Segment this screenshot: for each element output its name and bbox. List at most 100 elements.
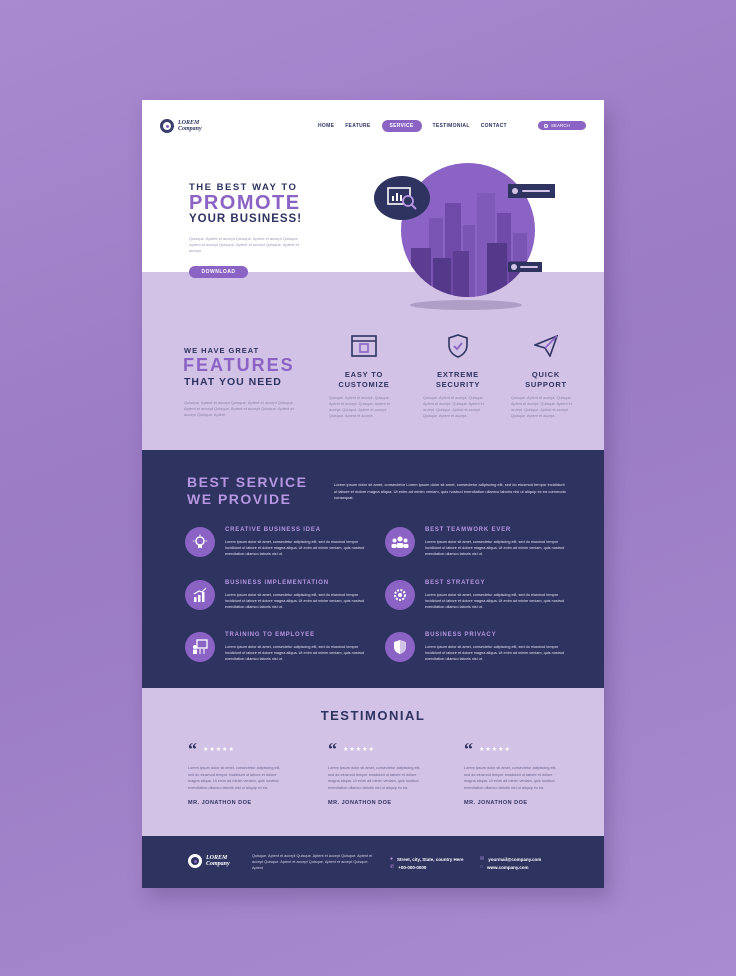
service-body: Lorem ipsum dolor sit amet, consectetur … <box>425 593 565 609</box>
feature-security: EXTREME SECURITY Quisque. Aptent et accep… <box>423 332 493 419</box>
quote-icon: “ <box>328 739 337 759</box>
testimonial-section: TESTIMONIAL “ ★★★★★ Lorem ipsum dolor si… <box>142 688 604 836</box>
service-item: BEST TEAMWORK EVER Lorem ipsum dolor sit… <box>385 527 571 557</box>
hero-body-text: Quisque. Aptent et accept Quisque. Apten… <box>189 236 299 253</box>
brand-logo[interactable]: LOREM Company <box>160 119 202 133</box>
services-title-line2: WE PROVIDE <box>187 491 292 507</box>
search-icon <box>544 123 548 128</box>
service-item: TRAINING TO EMPLOYEE Lorem ipsum dolor s… <box>185 632 371 662</box>
search-label: SEARCH <box>551 123 570 128</box>
shield-check-icon <box>444 332 472 360</box>
globe-icon: ○ <box>480 864 484 870</box>
nav-feature[interactable]: FEATURE <box>345 123 370 129</box>
testimonial-author: MR. JONATHON DOE <box>328 800 392 806</box>
service-title: BEST STRATEGY <box>425 580 486 586</box>
service-title: TRAINING TO EMPLOYEE <box>225 632 315 638</box>
service-title: BEST TEAMWORK EVER <box>425 527 512 533</box>
nav-home[interactable]: HOME <box>318 123 334 129</box>
download-button[interactable]: DOWNLOAD <box>189 266 248 278</box>
service-item: BUSINESS PRIVACY Lorem ipsum dolor sit a… <box>385 632 571 662</box>
footer-website[interactable]: ○ www.company.com <box>480 864 529 870</box>
hero-line3: YOUR BUSINESS! <box>189 213 303 225</box>
analytics-magnifier-badge <box>374 176 430 220</box>
paper-plane-icon <box>532 332 560 360</box>
check-tag-top <box>508 184 555 198</box>
hero-headline: PROMOTE <box>189 192 301 214</box>
check-icon <box>512 188 518 194</box>
service-title: BUSINESS IMPLEMENTATION <box>225 580 329 586</box>
service-body: Lorem ipsum dolor sit amet, consectetur … <box>225 645 365 661</box>
feature-support: QUICK SUPPORT Quisque. Aptent et accept. … <box>511 332 581 419</box>
feature-title-line2: SUPPORT <box>525 379 567 389</box>
testimonial-body: Lorem ipsum dolor sit amet, consectetur … <box>464 766 557 790</box>
feature-title-line2: SECURITY <box>435 379 481 389</box>
testimonial-card: “ ★★★★★ Lorem ipsum dolor sit amet, cons… <box>328 739 423 806</box>
service-item: CREATIVE BUSINESS IDEA Lorem ipsum dolor… <box>185 527 371 557</box>
website-mockup: LOREM Company HOME FEATURE SERVICE TESTI… <box>142 100 604 888</box>
testimonial-card: “ ★★★★★ Lorem ipsum dolor sit amet, cons… <box>188 739 283 806</box>
nav-service[interactable]: SERVICE <box>381 120 422 132</box>
services-intro: Lorem ipsum dolor sit amet, consectetur … <box>334 482 566 500</box>
check-icon <box>511 264 517 270</box>
logo-icon <box>160 119 174 133</box>
location-pin-icon: ● <box>390 856 394 862</box>
browser-box-icon <box>350 332 378 360</box>
illustration-shadow <box>410 300 522 310</box>
service-title: CREATIVE BUSINESS IDEA <box>225 527 321 533</box>
rating-stars-icon: ★★★★★ <box>343 746 375 753</box>
testimonial-author: MR. JONATHON DOE <box>188 800 252 806</box>
footer-address: ● Street, city, State, country Here <box>390 856 464 862</box>
footer-email[interactable]: ✉ yourmail@company.com <box>480 856 541 862</box>
service-body: Lorem ipsum dolor sit amet, consectetur … <box>425 540 565 556</box>
feature-title-line2: CUSTOMIZE <box>338 379 390 389</box>
quote-icon: “ <box>188 739 197 759</box>
services-title-line1: BEST SERVICE <box>187 474 308 490</box>
feature-title-line1: EASY TO <box>344 370 384 379</box>
footer-phone[interactable]: ✆ +00-000-0000 <box>390 864 426 870</box>
nav-contact[interactable]: CONTACT <box>481 123 507 129</box>
feature-customize: EASY TO CUSTOMIZE Quisque. Aptent et acce… <box>329 332 399 419</box>
testimonial-author: MR. JONATHON DOE <box>464 800 528 806</box>
services-section: BEST SERVICE WE PROVIDE Lorem ipsum dolo… <box>142 450 604 688</box>
testimonial-card: “ ★★★★★ Lorem ipsum dolor sit amet, cons… <box>464 739 559 806</box>
rating-stars-icon: ★★★★★ <box>203 746 235 753</box>
feature-body: Quisque. Aptent et accept. Quisque. Apte… <box>423 396 484 418</box>
main-nav: HOME FEATURE SERVICE TESTIMONIAL CONTACT <box>318 120 507 132</box>
logo-line2: Company <box>178 126 202 132</box>
search-button[interactable]: SEARCH <box>538 121 586 130</box>
footer: LOREM Company Quisque. Aptent et accept … <box>142 836 604 888</box>
service-item: BEST STRATEGY Lorem ipsum dolor sit amet… <box>385 580 571 610</box>
presentation-icon <box>185 632 215 662</box>
service-body: Lorem ipsum dolor sit amet, consectetur … <box>225 540 365 556</box>
service-item: BUSINESS IMPLEMENTATION Lorem ipsum dolo… <box>185 580 371 610</box>
service-body: Lorem ipsum dolor sit amet, consectetur … <box>425 645 565 661</box>
nav-testimonial[interactable]: TESTIMONIAL <box>433 123 470 129</box>
features-body-text: Quisque. Aptent et accept Quisque. Apten… <box>184 400 294 417</box>
features-line1: WE HAVE GREAT <box>184 346 260 355</box>
features-headline: FEATURES <box>183 355 295 375</box>
strategy-gear-icon <box>385 580 415 610</box>
testimonial-body: Lorem ipsum dolor sit amet, consectetur … <box>188 766 281 790</box>
feature-title-line1: QUICK <box>531 370 561 379</box>
mail-icon: ✉ <box>480 856 485 862</box>
quote-icon: “ <box>464 739 473 759</box>
footer-logo-line2: Company <box>206 861 230 867</box>
feature-body: Quisque. Aptent et accept. Quisque. Apte… <box>329 396 390 418</box>
rating-stars-icon: ★★★★★ <box>479 746 511 753</box>
service-body: Lorem ipsum dolor sit amet, consectetur … <box>225 593 365 609</box>
growth-chart-icon <box>185 580 215 610</box>
feature-title-line1: EXTREME <box>437 370 479 379</box>
logo-icon <box>188 854 202 868</box>
features-line3: THAT YOU NEED <box>184 376 282 388</box>
phone-icon: ✆ <box>390 864 395 870</box>
service-title: BUSINESS PRIVACY <box>425 632 497 638</box>
footer-logo[interactable]: LOREM Company <box>188 854 230 868</box>
testimonial-title: TESTIMONIAL <box>320 708 426 723</box>
testimonial-body: Lorem ipsum dolor sit amet, consectetur … <box>328 766 421 790</box>
feature-body: Quisque. Aptent et accept. Quisque. Apte… <box>511 396 572 418</box>
lightbulb-icon <box>185 527 215 557</box>
team-icon <box>385 527 415 557</box>
check-tag-bottom <box>508 262 542 272</box>
footer-about: Quisque. Aptent et accept Quisque. Apten… <box>252 854 373 870</box>
privacy-shield-icon <box>385 632 415 662</box>
